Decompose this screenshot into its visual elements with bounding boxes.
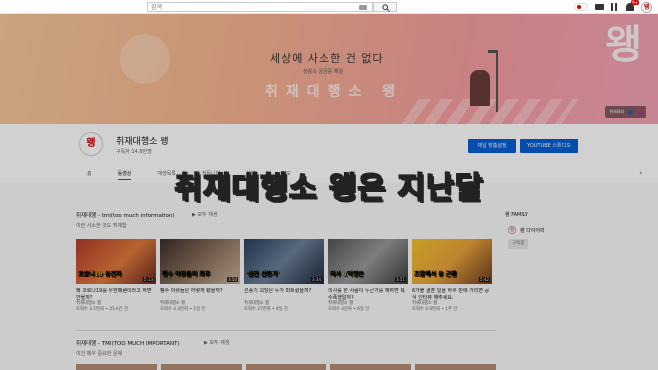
- search-placeholder: 검색: [151, 4, 163, 11]
- keyboard-icon[interactable]: [359, 5, 367, 10]
- play-all-button-2[interactable]: ▶ 모두 재생: [204, 339, 229, 346]
- video-title[interactable]: 왜 코로나19를 우한페렴이라고 하면 안될까?: [76, 288, 156, 301]
- subscribed-button[interactable]: 구독중: [508, 239, 529, 249]
- thumbnail-caption: 조합해서 유 근황: [414, 271, 457, 278]
- video-card[interactable]: 조합해서 유 근황 5:42 6가볼 결혼 일을 하루 만에 거리면 공식 인터…: [412, 239, 492, 313]
- subscriber-count: 구독자 14.8만명: [116, 149, 152, 155]
- youtube-studio-button[interactable]: YOUTUBE 스튜디오: [520, 139, 578, 153]
- search-icon: [382, 4, 390, 12]
- video-title[interactable]: 펭수 아류들은 어떻게 됐을까?: [160, 288, 240, 301]
- video-thumbnail[interactable]: 펭수 아류들의 최후 3:50: [160, 239, 240, 284]
- video-thumbnail[interactable]: '삼진 선풍기' 3:34: [244, 239, 324, 284]
- banner-sun-decoration: [120, 34, 170, 84]
- video-card[interactable]: 의사 1억명은 3:51 의사를 한 사람이 누군가를 해하면 특수폭행일까? …: [328, 239, 408, 313]
- video-title[interactable]: 6가볼 결혼 일을 하루 만에 거리면 공식 인터뷰 해주세요.: [412, 288, 492, 301]
- channel-avatar-text: 왱: [86, 138, 96, 149]
- notification-badge: 9+: [631, 0, 639, 5]
- video-stats: 조회수 4만회 • 6일 전: [328, 307, 370, 312]
- banner-title: 세상에 사소한 건 없다: [270, 52, 384, 65]
- video-thumbnail[interactable]: [245, 364, 327, 370]
- search-input[interactable]: 검색: [147, 2, 373, 12]
- video-card[interactable]: '삼진 선풍기' 3:34 선풍기 괴담은 누가 퍼트렸을까? 취재대행소 왱 …: [244, 239, 324, 313]
- section-description: 이런 사소한 것도 취재함: [76, 223, 127, 229]
- video-card[interactable]: 코로나19 유전자 5:13 왜 코로나19를 우한페렴이라고 하면 안될까? …: [76, 239, 156, 313]
- thumbnail-caption: 의사 1억명은: [330, 271, 364, 278]
- next-shelf-thumbnails: [76, 364, 496, 370]
- video-subtitle-caption: 취재대행소 왱은 지난달: [174, 170, 484, 207]
- video-thumbnail[interactable]: 의사 1억명은 3:51: [328, 239, 408, 284]
- customize-channel-button[interactable]: 채널 맞춤설정: [468, 139, 516, 153]
- video-thumbnail[interactable]: 조합해서 유 근황 5:42: [412, 239, 492, 284]
- play-all-button[interactable]: ▶ 모두 재생: [192, 211, 217, 218]
- video-stats: 조회수 4.6만회 • 1주 전: [412, 307, 458, 312]
- channel-name: 취재대행소 왱: [116, 137, 169, 147]
- flag-icon[interactable]: [574, 3, 588, 11]
- family-section-title: 왱 FAMILY: [505, 212, 528, 218]
- video-stats: 조회수 3.1만회 • 21시간 전: [76, 307, 128, 312]
- video-shelf: 코로나19 유전자 5:13 왜 코로나19를 우한페렴이라고 하면 안될까? …: [76, 239, 492, 313]
- search-button[interactable]: [373, 2, 397, 12]
- video-stats: 조회수 27만회 • 4일 전: [244, 307, 288, 312]
- banner-links[interactable]: 취재의뢰: [605, 106, 646, 118]
- section-title-tmi[interactable]: 취재대행 - tmi(too much information): [76, 211, 175, 219]
- banner-subtitle: 생활속 궁금증 해결: [303, 69, 343, 75]
- thumbnail-caption: 펭수 아류들의 최후: [162, 271, 211, 278]
- channel-avatar[interactable]: 왱: [79, 132, 103, 156]
- banner-logo: 왱: [605, 21, 642, 68]
- video-title[interactable]: 선풍기 괴담은 누가 퍼트렸을까?: [244, 288, 324, 301]
- thumbnail-caption: 코로나19 유전자: [78, 271, 122, 278]
- crosswalk-decoration: [401, 99, 579, 124]
- banner-script-text: 취재대행소 왱: [265, 84, 404, 100]
- video-thumbnail[interactable]: [76, 364, 157, 370]
- notifications-bell-icon[interactable]: 9+: [626, 0, 639, 11]
- video-duration: 5:42: [479, 277, 490, 282]
- top-icons: 9+ 왱: [574, 0, 652, 13]
- section-description-2: 이건 매우 중요한 문제: [76, 351, 123, 357]
- video-duration: 3:34: [311, 277, 322, 282]
- video-title[interactable]: 의사를 한 사람이 누군가를 해하면 특수폭행일까?: [328, 288, 408, 301]
- family-channel-item[interactable]: 왱 왱 다이어리: [508, 226, 545, 234]
- video-duration: 3:50: [227, 277, 238, 282]
- family-channel-name[interactable]: 왱 다이어리: [520, 227, 545, 234]
- video-duration: 5:13: [143, 277, 154, 282]
- section-title-important[interactable]: 취재대행 - TMI(TOO MUCH IMPORTANT): [76, 339, 180, 347]
- streetlamp-decoration: [488, 50, 498, 112]
- facebook-icon[interactable]: [628, 109, 633, 115]
- phone-booth-decoration: [470, 70, 490, 106]
- create-video-icon[interactable]: [595, 4, 604, 10]
- section-divider: [76, 330, 496, 331]
- family-channel-avatar[interactable]: 왱: [508, 226, 516, 234]
- instagram-icon[interactable]: [637, 109, 642, 115]
- video-thumbnail[interactable]: [330, 364, 412, 370]
- apps-grid-icon[interactable]: [611, 3, 619, 11]
- video-stats: 조회수 4.3만회 • 1일 전: [160, 307, 206, 312]
- account-avatar[interactable]: 왱: [641, 1, 652, 13]
- channel-banner: 세상에 사소한 건 없다 생활속 궁금증 해결 취재대행소 왱 왱 취재의뢰: [0, 14, 658, 124]
- video-thumbnail[interactable]: 코로나19 유전자 5:13: [76, 239, 156, 284]
- video-duration: 3:51: [395, 277, 406, 282]
- top-bar: 검색 9+ 왱: [0, 0, 658, 14]
- video-thumbnail[interactable]: [415, 364, 496, 370]
- video-card[interactable]: 펭수 아류들의 최후 3:50 펭수 아류들은 어떻게 됐을까? 취재대행소 왱…: [160, 239, 240, 313]
- video-thumbnail[interactable]: [160, 364, 242, 370]
- banner-link-label[interactable]: 취재의뢰: [609, 109, 624, 115]
- thumbnail-caption: '삼진 선풍기': [246, 271, 280, 278]
